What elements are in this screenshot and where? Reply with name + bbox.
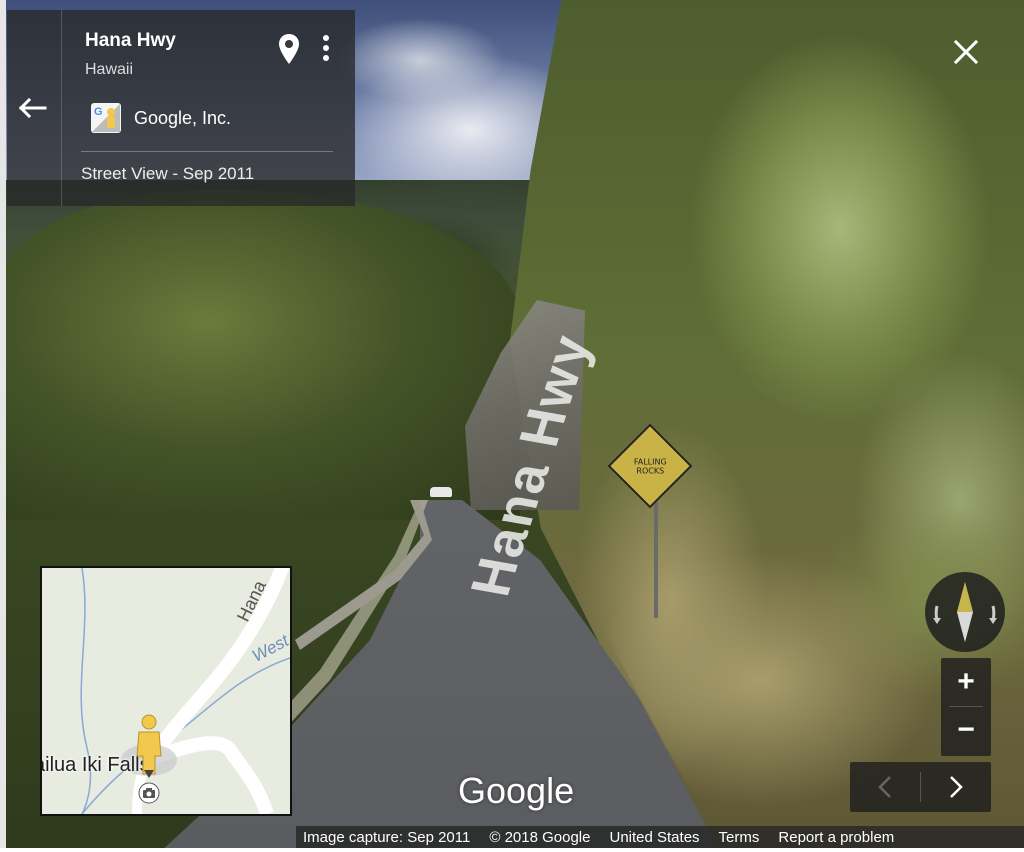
close-icon[interactable] — [950, 36, 982, 68]
left-edge-strip — [0, 0, 6, 852]
photo-nav-control — [850, 762, 991, 812]
left-hillside — [0, 190, 520, 520]
svg-text:G: G — [94, 106, 103, 118]
back-column — [7, 10, 62, 206]
chevron-right-icon[interactable] — [921, 762, 991, 812]
back-arrow-icon[interactable] — [17, 96, 49, 120]
street-view-panorama[interactable]: Hana Hwy FALLING ROCKS Hana Hwy Hawaii G… — [0, 0, 1024, 852]
card-divider — [81, 151, 333, 152]
more-vert-icon[interactable] — [318, 32, 334, 66]
distant-car — [430, 487, 452, 497]
provider-name: Google, Inc. — [134, 107, 232, 128]
google-pegman-logo-icon: G — [91, 103, 121, 133]
pegman-icon[interactable] — [124, 712, 174, 780]
zoom-out-button[interactable]: − — [941, 708, 991, 756]
location-info-card: Hana Hwy Hawaii G Google, Inc. Street Vi… — [7, 10, 355, 206]
google-watermark: Google — [458, 770, 575, 811]
mini-map[interactable]: Hana West W ailua Iki Falls — [40, 566, 292, 816]
sign-post — [654, 498, 658, 618]
image-capture-date: Image capture: Sep 2011 — [303, 828, 471, 846]
provider-link[interactable]: G Google, Inc. — [90, 98, 231, 138]
zoom-divider — [949, 706, 983, 707]
compass-icon[interactable] — [923, 570, 1007, 654]
attribution-footer: Image capture: Sep 2011 © 2018 Google Un… — [296, 826, 1024, 848]
street-view-date: Street View - Sep 2011 — [81, 164, 255, 183]
report-problem-link[interactable]: Report a problem — [778, 829, 894, 846]
place-title: Hana Hwy — [85, 30, 176, 51]
copyright-text: © 2018 Google — [489, 828, 591, 846]
chevron-left-icon[interactable] — [850, 762, 920, 812]
pin-icon[interactable] — [277, 32, 301, 66]
place-subtitle: Hawaii — [85, 61, 134, 78]
region-link[interactable]: United States — [609, 829, 699, 846]
zoom-in-button[interactable]: + — [941, 658, 991, 706]
zoom-control: + − — [941, 658, 991, 756]
terms-link[interactable]: Terms — [719, 829, 760, 846]
camera-icon[interactable] — [138, 782, 160, 804]
bottom-strip — [0, 848, 1024, 852]
sign-text-line1: FALLING — [633, 456, 667, 466]
sign-text-line2: ROCKS — [636, 465, 664, 475]
